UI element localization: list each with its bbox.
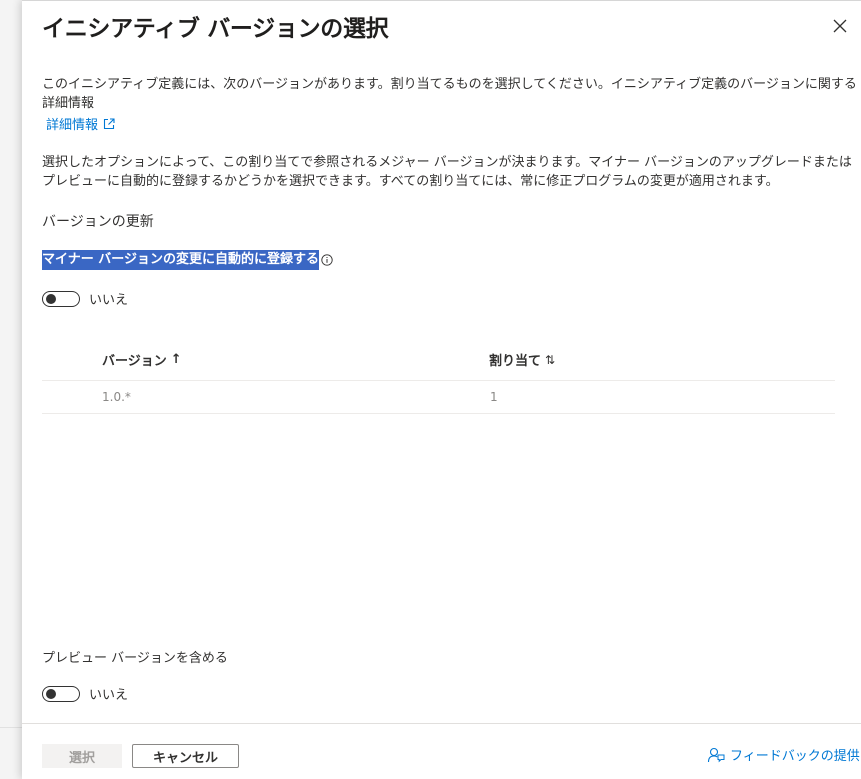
minor-version-toggle-text: いいえ — [89, 293, 129, 308]
close-icon — [833, 19, 847, 33]
minor-version-toggle-row: いいえ — [42, 289, 128, 308]
background-divider — [0, 727, 22, 728]
preview-version-label: プレビュー バージョンを含める — [42, 651, 228, 666]
learn-more-link[interactable]: 詳細情報 — [46, 114, 115, 133]
sort-ascending-icon: ↑ — [170, 352, 182, 367]
version-selection-panel: イニシアティブ バージョンの選択 このイニシアティブ定義には、次のバージョンがあ… — [22, 0, 861, 779]
preview-version-toggle[interactable] — [42, 685, 80, 702]
assignments-cell: 1 — [490, 390, 498, 404]
panel-top-border — [22, 0, 861, 1]
sort-toggle-icon: ⇅ — [545, 352, 556, 367]
feedback-icon — [707, 747, 725, 762]
preview-toggle-text: いいえ — [89, 688, 129, 703]
panel-title: イニシアティブ バージョンの選択 — [42, 16, 389, 42]
column-header-assignments-label: 割り当て — [489, 354, 542, 369]
panel-description: このイニシアティブ定義には、次のバージョンがあります。割り当てるものを選択してく… — [42, 77, 857, 111]
background-blade — [0, 0, 22, 779]
minor-version-toggle[interactable] — [42, 290, 80, 307]
preview-toggle-row: いいえ — [42, 684, 128, 703]
option-description: 選択したオプションによって、この割り当てで参照されるメジャー バージョンが決まり… — [42, 155, 852, 189]
table-row[interactable]: 1.0.* 1 — [42, 381, 835, 414]
minor-version-label-row: マイナー バージョンの変更に自動的に登録する — [42, 250, 333, 270]
version-grid: バージョン ↑ 割り当て ⇅ 1.0.* 1 — [42, 340, 835, 414]
footer-divider — [22, 723, 861, 724]
column-header-version-label: バージョン — [102, 354, 167, 369]
info-icon[interactable] — [321, 254, 333, 266]
feedback-label: フィードバックの提供 — [730, 749, 860, 764]
version-update-heading: バージョンの更新 — [42, 214, 154, 230]
column-header-assignments[interactable]: 割り当て ⇅ — [489, 350, 556, 370]
cancel-button[interactable]: キャンセル — [132, 744, 239, 768]
toggle-knob — [46, 688, 56, 699]
grid-header: バージョン ↑ 割り当て ⇅ — [42, 340, 835, 381]
select-button[interactable]: 選択 — [42, 744, 122, 768]
feedback-link[interactable]: フィードバックの提供 — [707, 745, 860, 764]
column-header-version[interactable]: バージョン ↑ — [102, 350, 182, 369]
external-link-icon — [103, 117, 115, 129]
toggle-knob — [46, 293, 56, 304]
version-cell: 1.0.* — [102, 390, 131, 404]
learn-more-label: 詳細情報 — [46, 118, 99, 133]
close-button[interactable] — [828, 14, 852, 38]
minor-version-label: マイナー バージョンの変更に自動的に登録する — [42, 250, 320, 270]
